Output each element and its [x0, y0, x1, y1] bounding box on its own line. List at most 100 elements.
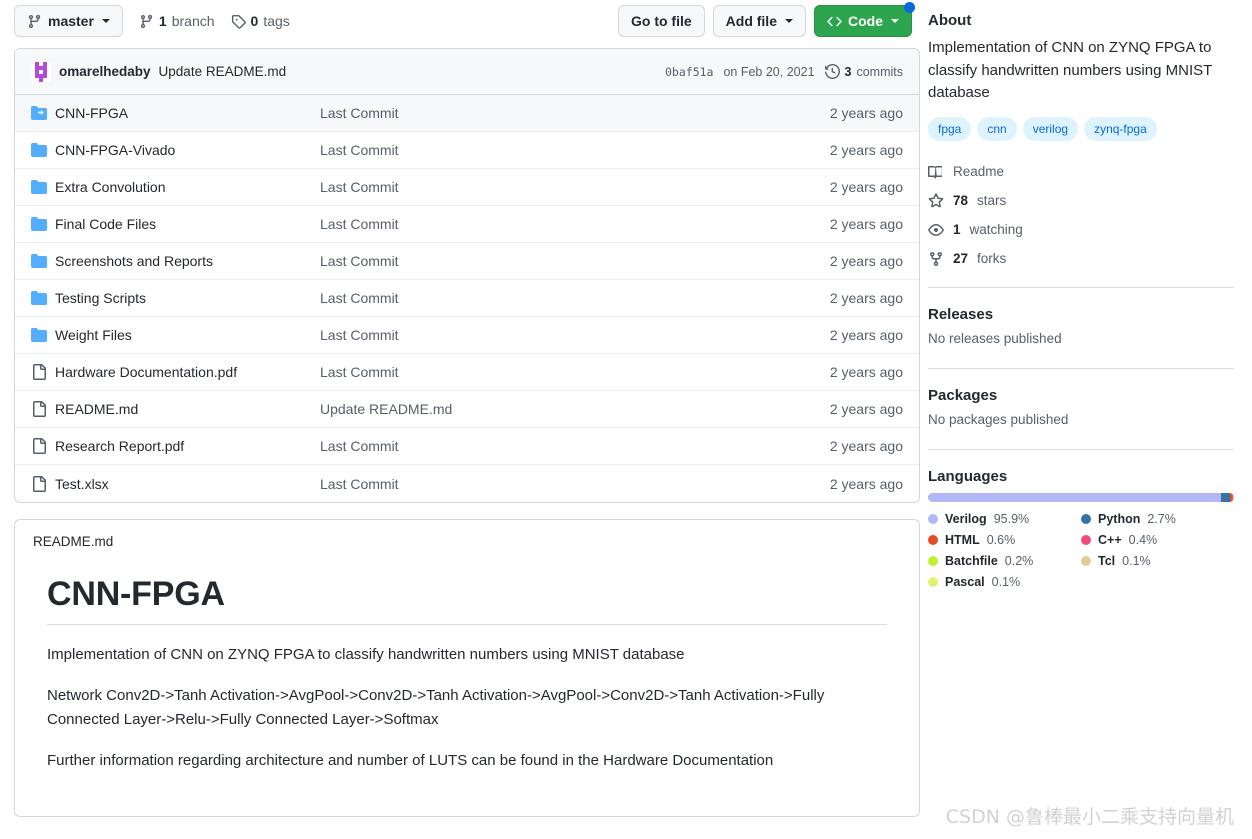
commits-count: 3 [844, 64, 852, 79]
stars-word: stars [977, 193, 1007, 209]
language-name: Pascal [945, 575, 985, 590]
file-name-link[interactable]: Weight Files [55, 327, 320, 343]
file-name-link[interactable]: Final Code Files [55, 216, 320, 232]
file-age: 2 years ago [829, 327, 903, 343]
folder-icon [31, 179, 55, 195]
code-button[interactable]: Code [814, 2, 915, 37]
language-name: Verilog [945, 512, 987, 527]
chevron-down-icon [891, 19, 899, 23]
file-age: 2 years ago [829, 105, 903, 121]
table-row[interactable]: Screenshots and Reports Last Commit 2 year… [15, 243, 919, 280]
topic-pill[interactable]: verilog [1022, 116, 1079, 142]
language-bar [928, 493, 1234, 503]
table-row[interactable]: CNN-FPGA-Vivado Last Commit 2 years ago [15, 132, 919, 169]
file-commit-message[interactable]: Last Commit [320, 253, 830, 269]
folder-icon [31, 142, 55, 158]
commit-author-link[interactable]: omarelhedaby [59, 64, 151, 79]
language-color-dot [928, 535, 938, 546]
language-color-dot [1081, 535, 1091, 546]
readme-link[interactable]: Readme [928, 157, 1234, 186]
table-row[interactable]: Weight Files Last Commit 2 years ago [15, 317, 919, 354]
language-legend-item[interactable]: Verilog 95.9% [928, 512, 1081, 526]
file-commit-message[interactable]: Last Commit [320, 290, 830, 306]
file-commit-message[interactable]: Last Commit [320, 216, 830, 232]
releases-empty-text: No releases published [928, 331, 1062, 347]
language-legend-item[interactable]: HTML 0.6% [928, 533, 1081, 547]
commit-sha[interactable]: 0baf51a [665, 65, 713, 79]
branches-link[interactable]: 1 branch [139, 13, 215, 29]
folder-icon [31, 327, 55, 343]
readme-box: README.md CNN-FPGA Implementation of CNN… [14, 519, 920, 817]
language-legend-item[interactable]: Python 2.7% [1081, 512, 1234, 526]
forks-link[interactable]: 27 forks [928, 244, 1234, 273]
branch-icon [27, 14, 42, 29]
file-name-link[interactable]: Extra Convolution [55, 179, 320, 195]
language-legend-item[interactable]: Pascal 0.1% [928, 575, 1081, 589]
about-heading: About [928, 12, 972, 29]
forks-count: 27 [953, 251, 969, 267]
go-to-file-button[interactable]: Go to file [617, 5, 705, 37]
stars-link[interactable]: 78 stars [928, 186, 1234, 215]
chevron-down-icon [101, 19, 110, 23]
branch-icon [139, 14, 154, 29]
commits-count-link[interactable]: 3 commits [824, 64, 903, 79]
commit-message-link[interactable]: Update README.md [159, 64, 287, 79]
file-commit-message[interactable]: Update README.md [320, 401, 830, 417]
file-name-link[interactable]: CNN-FPGA-Vivado [55, 142, 320, 158]
table-row[interactable]: README.md Update README.md 2 years ago [15, 391, 919, 428]
table-row[interactable]: Testing Scripts Last Commit 2 years ago [15, 280, 919, 317]
file-commit-message[interactable]: Last Commit [320, 327, 830, 343]
table-row[interactable]: Research Report.pdf Last Commit 2 years ag… [15, 428, 919, 465]
file-commit-message[interactable]: Last Commit [320, 438, 830, 454]
language-percent: 0.1% [991, 575, 1021, 590]
table-row[interactable]: Test.xlsx Last Commit 2 years ago [15, 465, 919, 502]
add-file-button[interactable]: Add file [712, 5, 806, 37]
packages-section: Packages No packages published [928, 369, 1234, 427]
readme-label: Readme [953, 164, 1005, 180]
language-color-dot [928, 577, 938, 588]
file-commit-message[interactable]: Last Commit [320, 179, 830, 195]
code-button-label: Code [848, 13, 883, 29]
branch-selector-button[interactable]: master [14, 5, 123, 37]
file-commit-message[interactable]: Last Commit [320, 476, 830, 492]
table-row[interactable]: Final Code Files Last Commit 2 years ago [15, 206, 919, 243]
watchers-link[interactable]: 1 watching [928, 215, 1234, 244]
file-age: 2 years ago [829, 216, 903, 232]
file-commit-message[interactable]: Last Commit [320, 105, 830, 121]
repo-toolbar: master 1 branch 0 tags Go to file Add fi… [14, 0, 920, 42]
file-commit-message[interactable]: Last Commit [320, 142, 830, 158]
star-icon [928, 193, 944, 209]
releases-section: Releases No releases published [928, 288, 1234, 346]
file-name-link[interactable]: README.md [55, 401, 320, 417]
branch-word: branch [171, 13, 215, 29]
file-name-link[interactable]: Screenshots and Reports [55, 253, 320, 269]
file-name-link[interactable]: Research Report.pdf [55, 438, 320, 454]
readme-paragraph-3: Further information regarding architectu… [47, 751, 774, 769]
avatar[interactable] [31, 61, 51, 82]
topic-pill[interactable]: cnn [977, 116, 1017, 142]
file-name-link[interactable]: Testing Scripts [55, 290, 320, 306]
watching-word: watching [969, 222, 1023, 238]
topic-pill[interactable]: fpga [928, 116, 972, 142]
language-legend-item[interactable]: C++ 0.4% [1081, 533, 1234, 547]
language-name: C++ [1098, 533, 1122, 548]
language-legend-item[interactable]: Tcl 0.1% [1081, 554, 1234, 568]
language-legend-item[interactable]: Batchfile 0.2% [928, 554, 1081, 568]
language-name: Batchfile [945, 554, 998, 569]
tags-link[interactable]: 0 tags [231, 13, 290, 29]
commit-date: on Feb 20, 2021 [723, 64, 815, 79]
folder-icon [31, 216, 55, 232]
table-row[interactable]: CNN-FPGA Last Commit 2 years ago [15, 95, 919, 132]
table-row[interactable]: Hardware Documentation.pdf Last Commit 2 y… [15, 354, 919, 391]
file-name-link[interactable]: Test.xlsx [55, 476, 320, 492]
notification-dot-icon [904, 2, 915, 13]
about-description: Implementation of CNN on ZYNQ FPGA to cl… [928, 39, 1213, 101]
file-name-link[interactable]: Hardware Documentation.pdf [55, 364, 320, 380]
file-age: 2 years ago [829, 401, 903, 417]
file-commit-message[interactable]: Last Commit [320, 364, 830, 380]
file-name-link[interactable]: CNN-FPGA [55, 105, 320, 121]
table-row[interactable]: Extra Convolution Last Commit 2 years ago [15, 169, 919, 206]
file-age: 2 years ago [829, 475, 903, 492]
readme-filename: README.md [33, 534, 114, 549]
topic-pill[interactable]: zynq-fpga [1084, 116, 1157, 142]
